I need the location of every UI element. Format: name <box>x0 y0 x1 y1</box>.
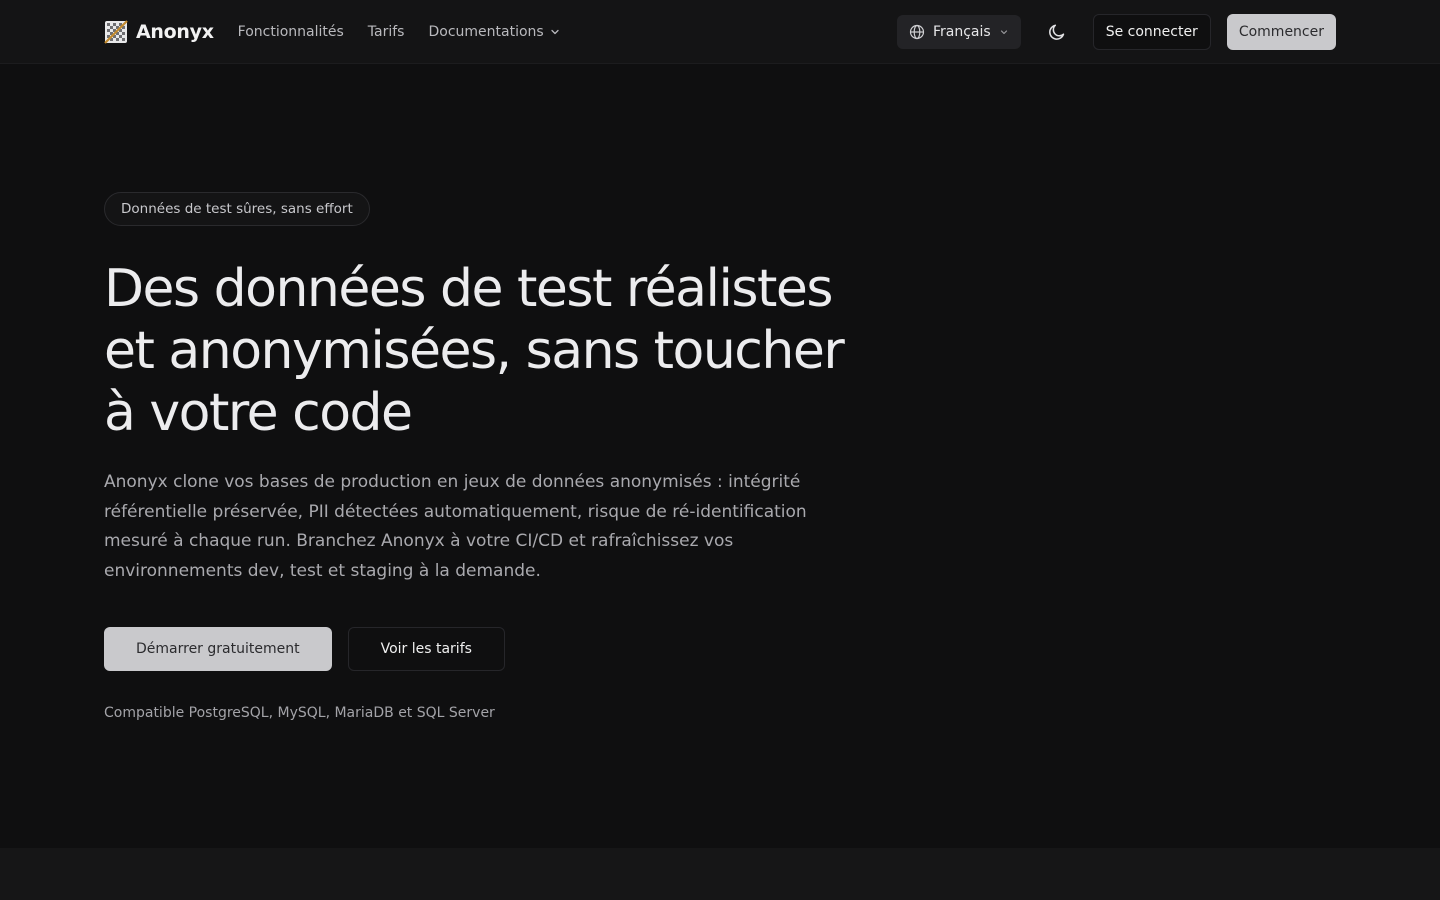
header-left: Anonyx Fonctionnalités Tarifs Documentat… <box>104 20 560 44</box>
chevron-down-icon <box>1000 30 1007 35</box>
get-started-button[interactable]: Commencer <box>1226 14 1336 50</box>
language-select[interactable]: Français <box>896 15 1021 49</box>
site-header: Anonyx Fonctionnalités Tarifs Documentat… <box>0 0 1440 64</box>
compatibility-note: Compatible PostgreSQL, MySQL, MariaDB et… <box>104 705 495 721</box>
theme-toggle-button[interactable] <box>1039 14 1075 50</box>
language-label: Français <box>932 24 991 40</box>
login-button[interactable]: Se connecter <box>1092 14 1211 50</box>
hero-section: Données de test sûres, sans effort Des d… <box>104 192 884 721</box>
chevron-down-icon <box>551 29 559 35</box>
globe-icon <box>909 24 925 40</box>
brand-link[interactable]: Anonyx <box>104 20 214 44</box>
hero-description: Anonyx clone vos bases de production en … <box>104 472 807 581</box>
start-free-button[interactable]: Démarrer gratuitement <box>104 627 332 671</box>
nav-docs-label: Documentations <box>428 24 544 40</box>
view-pricing-button[interactable]: Voir les tarifs <box>347 627 505 671</box>
header-inner: Anonyx Fonctionnalités Tarifs Documentat… <box>104 0 1336 64</box>
nav-link-pricing[interactable]: Tarifs <box>368 24 405 40</box>
header-right: Français Se connecter Commencer <box>896 14 1336 50</box>
next-section-band <box>0 848 1440 900</box>
nav-link-features[interactable]: Fonctionnalités <box>238 24 344 40</box>
checkered-logo-icon <box>104 20 128 44</box>
moon-icon <box>1048 24 1064 40</box>
hero-badge: Données de test sûres, sans effort <box>104 192 370 226</box>
brand-name: Anonyx <box>136 21 214 43</box>
main-nav: Fonctionnalités Tarifs Documentations <box>238 24 560 40</box>
hero-title: Des données de test réalistes et anonymi… <box>104 259 845 443</box>
nav-dropdown-docs[interactable]: Documentations <box>428 24 559 40</box>
cta-row: Démarrer gratuitement Voir les tarifs <box>104 627 884 671</box>
